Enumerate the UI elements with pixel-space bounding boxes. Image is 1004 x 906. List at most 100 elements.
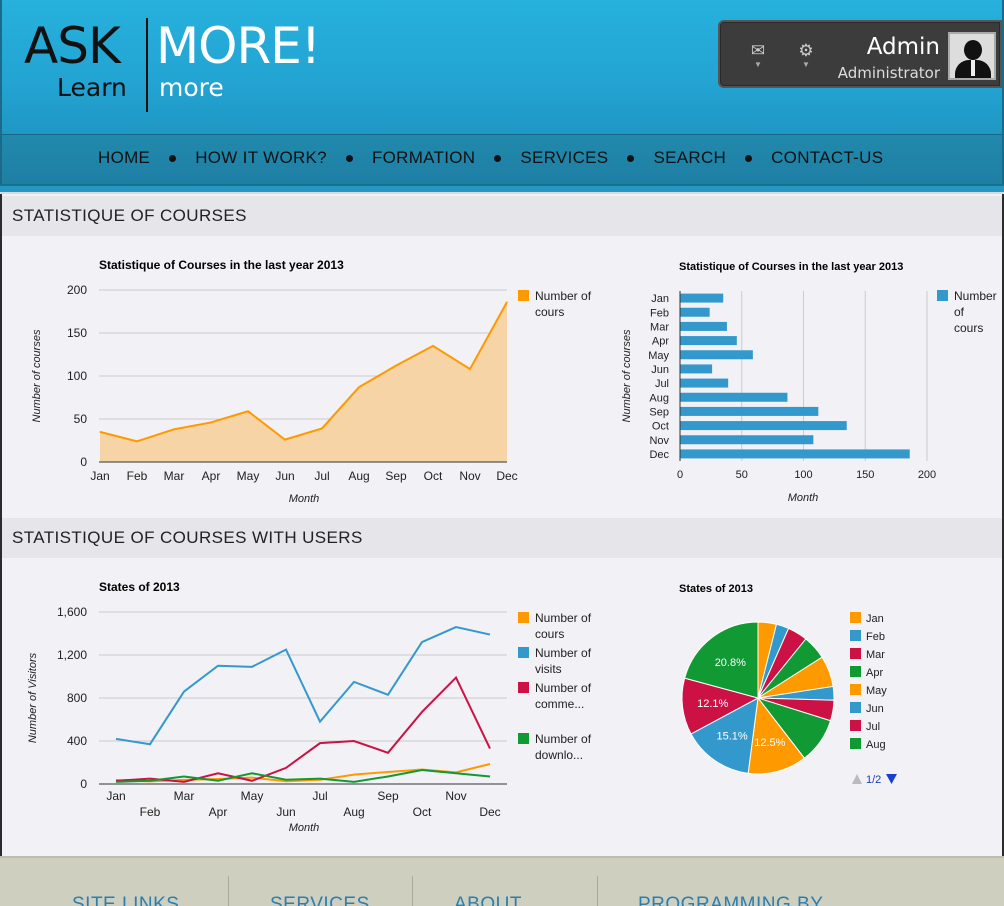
- chart-title: States of 2013: [99, 580, 180, 594]
- legend-label-number-of-cours: cours: [535, 627, 564, 641]
- logo-learn-text: Learn: [57, 73, 127, 102]
- x-tick-label: Sep: [385, 469, 407, 483]
- footer-about[interactable]: ABOUT: [454, 894, 522, 906]
- legend-next-icon[interactable]: [886, 774, 897, 784]
- nav-item-how-it-work[interactable]: HOW IT WORK?: [195, 148, 327, 168]
- legend-label-mar: Mar: [866, 649, 885, 661]
- bar-jul: [680, 378, 729, 388]
- x-tick-label: Dec: [496, 469, 517, 483]
- x-tick-label: Oct: [413, 805, 432, 819]
- x-tick-label: Apr: [202, 469, 221, 483]
- legend-swatch: [518, 290, 529, 301]
- bar-apr: [680, 336, 737, 346]
- y-tick-label: Feb: [650, 307, 669, 319]
- chart-title: Statistique of Courses in the last year …: [679, 261, 903, 273]
- nav-item-search[interactable]: SEARCH: [653, 148, 726, 168]
- x-axis-label: Month: [289, 822, 320, 834]
- nav-item-home[interactable]: HOME: [98, 148, 150, 168]
- x-tick-label: May: [237, 469, 260, 483]
- legend-label-number-of-visits: visits: [535, 662, 562, 676]
- y-tick-label: 200: [67, 283, 87, 297]
- x-tick-label: Jun: [276, 805, 295, 819]
- y-tick-label: 100: [67, 369, 87, 383]
- y-tick-label: 0: [80, 455, 87, 469]
- x-tick-label: Feb: [140, 805, 161, 819]
- y-tick-label: Jun: [651, 364, 669, 376]
- settings-icon[interactable]: ⚙ ▼: [794, 40, 818, 69]
- logo-ask-text: ASK: [24, 17, 121, 75]
- x-tick-label: May: [241, 789, 264, 803]
- series-line-number-of-visits: [115, 626, 491, 746]
- footer-programming-by[interactable]: PROGRAMMING BY: [638, 894, 823, 906]
- pie-slice-label: 12.1%: [697, 698, 728, 710]
- legend-swatch: [850, 684, 861, 695]
- user-name[interactable]: Admin: [867, 34, 940, 60]
- y-axis-label: Number of courses: [621, 329, 633, 422]
- legend-swatch: [850, 702, 861, 713]
- legend-prev-icon[interactable]: [852, 774, 862, 784]
- x-tick-label: Aug: [343, 805, 364, 819]
- bar-jun: [680, 364, 713, 374]
- data-point: [469, 368, 471, 370]
- legend-swatch: [518, 733, 529, 744]
- legend-label-number-of-cours: Number of: [535, 289, 592, 303]
- page: ASK MORE! Learn more ✉ ▼ ⚙ ▼ Admin Adminis…: [0, 0, 1004, 906]
- legend-swatch: [850, 630, 861, 641]
- x-tick-label: Nov: [445, 789, 466, 803]
- data-point: [432, 345, 434, 347]
- y-tick-label: Aug: [649, 392, 669, 404]
- section-title-courses-users: STATISTIQUE OF COURSES WITH USERS: [2, 518, 1002, 558]
- bar-sep: [680, 406, 819, 416]
- legend-page-indicator: 1/2: [866, 774, 881, 786]
- nav-item-formation[interactable]: FORMATION: [372, 148, 475, 168]
- bar-nov: [680, 435, 814, 445]
- legend-swatch: [850, 738, 861, 749]
- legend-label-aug: Aug: [866, 739, 886, 751]
- data-point: [99, 431, 101, 433]
- y-tick-label: Dec: [649, 449, 669, 461]
- x-tick-label: 200: [918, 469, 936, 481]
- nav-separator: [745, 154, 753, 162]
- data-point: [136, 440, 138, 442]
- logo[interactable]: ASK MORE! Learn more: [24, 14, 334, 114]
- y-tick-label: Nov: [649, 435, 669, 447]
- pie-chart: States of 2013 12.5% 15.1% 12.1% 20.8% Jan Feb…: [679, 583, 897, 786]
- legend-swatch: [518, 612, 529, 623]
- x-tick-label: Oct: [424, 469, 443, 483]
- x-tick-label: 150: [856, 469, 874, 481]
- legend-label-number-of-cours: cours: [954, 321, 983, 335]
- legend-label-number-of-comme: Number of: [535, 681, 592, 695]
- y-tick-label: 150: [67, 326, 87, 340]
- user-panel: ✉ ▼ ⚙ ▼ Admin Administrator: [718, 20, 1002, 88]
- footer-site-links[interactable]: SITE LINKS: [72, 894, 179, 906]
- nav-item-services[interactable]: SERVICES: [520, 148, 608, 168]
- y-tick-label: Oct: [652, 421, 669, 433]
- data-point: [247, 410, 249, 412]
- user-role: Administrator: [837, 64, 940, 82]
- x-tick-label: Apr: [209, 805, 228, 819]
- nav-underline: [0, 184, 1004, 194]
- y-tick-label: 400: [67, 734, 87, 748]
- nav-separator: [169, 154, 177, 162]
- legend-label-number-of-downlo: downlo...: [535, 748, 583, 762]
- logo-divider: [146, 18, 148, 112]
- bar-aug: [680, 392, 788, 402]
- y-tick-label: Sep: [649, 406, 669, 418]
- line-chart: States of 2013 0 400 800 1,200 1,600 Jan Feb Mar…: [27, 580, 592, 834]
- footer-services[interactable]: SERVICES: [270, 894, 370, 906]
- x-tick-label: 50: [736, 469, 748, 481]
- y-tick-label: 800: [67, 691, 87, 705]
- y-tick-label: 1,200: [57, 648, 87, 662]
- avatar[interactable]: [948, 32, 996, 80]
- mail-icon[interactable]: ✉ ▼: [746, 40, 770, 69]
- x-tick-label: Mar: [174, 789, 195, 803]
- y-axis-label: Number of Visitors: [27, 652, 39, 743]
- chart-title: Statistique of Courses in the last year …: [99, 258, 344, 272]
- legend-label-jun: Jun: [866, 703, 884, 715]
- x-tick-label: Jul: [314, 469, 329, 483]
- y-tick-label: Mar: [650, 321, 669, 333]
- nav-item-contact-us[interactable]: CONTACT-US: [771, 148, 883, 168]
- section-courses-users-body: States of 2013 0 400 800 1,200 1,600 Jan Feb Mar…: [2, 558, 1002, 838]
- chart-title: States of 2013: [679, 583, 753, 595]
- x-tick-label: Sep: [377, 789, 399, 803]
